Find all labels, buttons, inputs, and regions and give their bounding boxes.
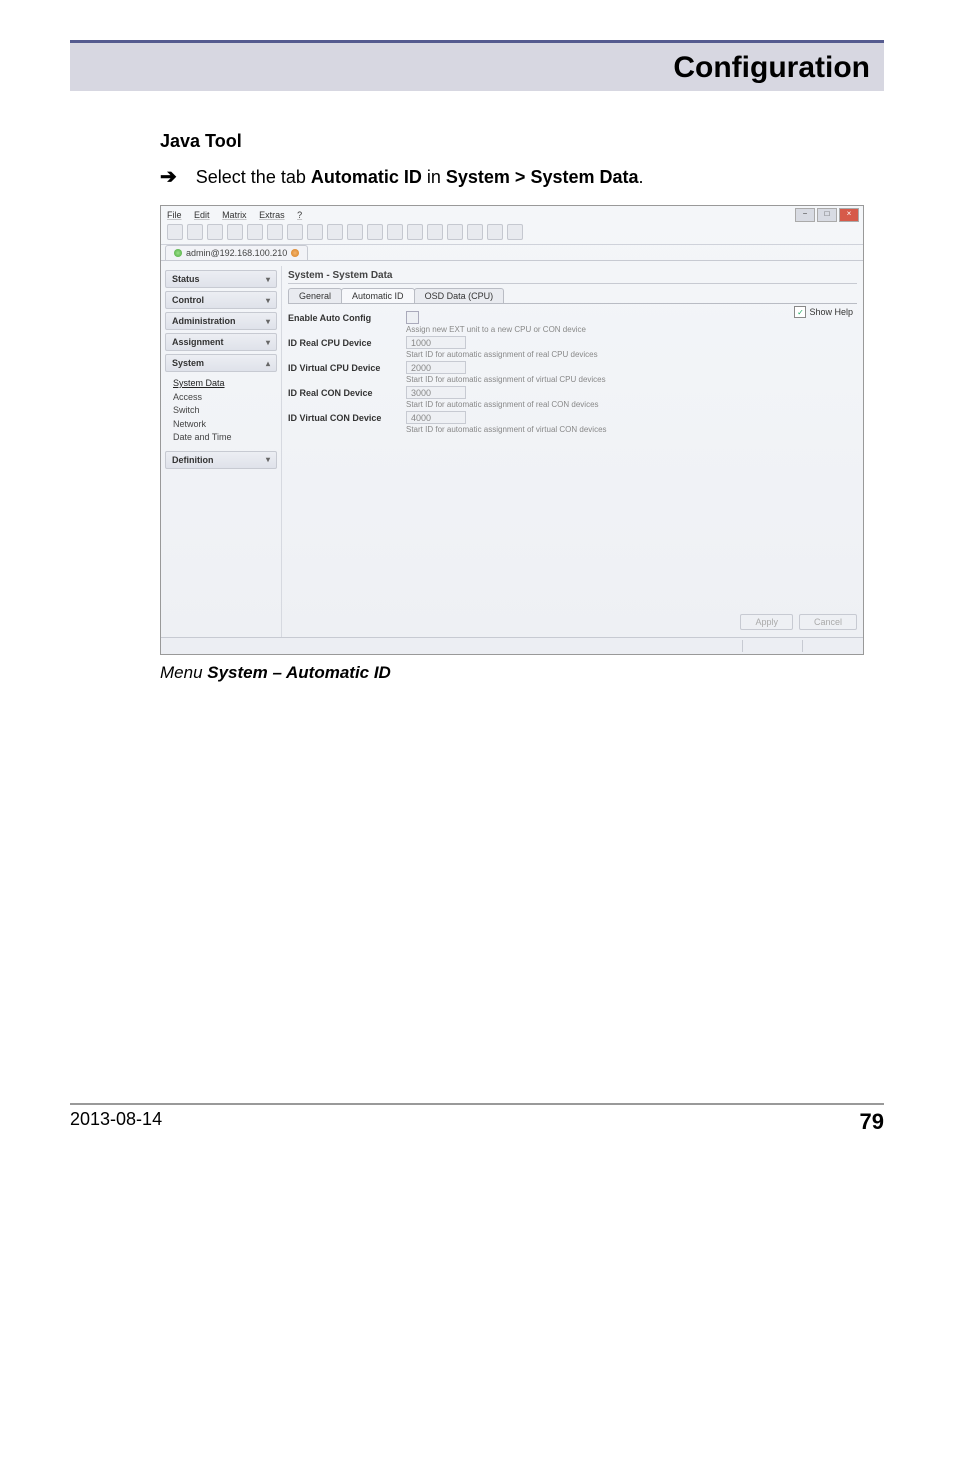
close-button[interactable]: × (839, 208, 859, 222)
page-footer: 2013-08-14 79 (70, 1103, 884, 1135)
tab-automatic-id[interactable]: Automatic ID (341, 288, 415, 303)
footer-page-number: 79 (860, 1109, 884, 1135)
sidebar-section-system[interactable]: System▴ (165, 354, 277, 372)
toolbar-button[interactable] (467, 224, 483, 240)
toolbar-button[interactable] (307, 224, 323, 240)
menu-extras[interactable]: Extras (259, 210, 285, 220)
page-header-title: Configuration (673, 51, 870, 84)
sidebar-system-items: System Data Access Switch Network Date a… (165, 375, 277, 451)
section-subhead: Java Tool (160, 131, 864, 152)
show-help-toggle[interactable]: ✓ Show Help (794, 306, 853, 318)
menu-matrix[interactable]: Matrix (222, 210, 247, 220)
checkbox-icon[interactable]: ✓ (794, 306, 806, 318)
menu-help[interactable]: ? (297, 210, 302, 220)
content-tabs: General Automatic ID OSD Data (CPU) (288, 288, 857, 303)
sidebar-item-switch[interactable]: Switch (173, 404, 275, 418)
page-header: Configuration (70, 40, 884, 91)
toolbar-button[interactable] (447, 224, 463, 240)
connection-tab[interactable]: admin@192.168.100.210 (165, 245, 308, 260)
status-separator (742, 640, 743, 652)
toolbar-button[interactable] (227, 224, 243, 240)
tab-general[interactable]: General (288, 288, 342, 303)
hint-enable-auto: Assign new EXT unit to a new CPU or CON … (406, 325, 857, 334)
toolbar-button[interactable] (327, 224, 343, 240)
toolbar-button[interactable] (407, 224, 423, 240)
toolbar-button[interactable] (427, 224, 443, 240)
window-controls: − □ × (795, 208, 859, 222)
sidebar-item-date-time[interactable]: Date and Time (173, 431, 275, 445)
label-id-virtual-cpu: ID Virtual CPU Device (288, 363, 398, 373)
sidebar-section-control[interactable]: Control▾ (165, 291, 277, 309)
input-id-virtual-con[interactable]: 4000 (406, 411, 466, 424)
hint-id-virtual-cpu: Start ID for automatic assignment of vir… (406, 375, 857, 384)
sidebar-item-access[interactable]: Access (173, 391, 275, 405)
toolbar-button[interactable] (507, 224, 523, 240)
chevron-down-icon: ▾ (266, 338, 270, 347)
status-bar (161, 637, 863, 654)
toolbar-button[interactable] (487, 224, 503, 240)
chevron-down-icon: ▾ (266, 275, 270, 284)
action-buttons: Apply Cancel (740, 614, 857, 630)
label-id-virtual-con: ID Virtual CON Device (288, 413, 398, 423)
toolbar-button[interactable] (187, 224, 203, 240)
hint-id-real-con: Start ID for automatic assignment of rea… (406, 400, 857, 409)
toolbar-button[interactable] (287, 224, 303, 240)
apply-button[interactable]: Apply (740, 614, 793, 630)
label-id-real-con: ID Real CON Device (288, 388, 398, 398)
tab-osd-data-cpu[interactable]: OSD Data (CPU) (414, 288, 505, 303)
toolbar-button[interactable] (207, 224, 223, 240)
label-enable-auto: Enable Auto Config (288, 313, 398, 323)
connection-label: admin@192.168.100.210 (186, 248, 287, 258)
hint-id-real-cpu: Start ID for automatic assignment of rea… (406, 350, 857, 359)
show-help-label: Show Help (809, 307, 853, 317)
tool-bar (161, 222, 863, 245)
maximize-button[interactable]: □ (817, 208, 837, 222)
toolbar-button[interactable] (347, 224, 363, 240)
minimize-button[interactable]: − (795, 208, 815, 222)
chevron-up-icon: ▴ (266, 359, 270, 368)
toolbar-button[interactable] (167, 224, 183, 240)
connection-tab-row: admin@192.168.100.210 (161, 245, 863, 261)
sidebar-item-network[interactable]: Network (173, 418, 275, 432)
sidebar-section-assignment[interactable]: Assignment▾ (165, 333, 277, 351)
sidebar-section-definition[interactable]: Definition▾ (165, 451, 277, 469)
tab-pane: ✓ Show Help Enable Auto Config Assign ne… (288, 303, 857, 434)
cancel-button[interactable]: Cancel (799, 614, 857, 630)
instruction-step: ➔ Select the tab Automatic ID in System … (160, 164, 864, 189)
enable-auto-checkbox[interactable] (406, 311, 419, 324)
input-id-real-con[interactable]: 3000 (406, 386, 466, 399)
sidebar-section-administration[interactable]: Administration▾ (165, 312, 277, 330)
chevron-down-icon: ▾ (266, 455, 270, 464)
content-title: System - System Data (288, 270, 857, 281)
chevron-down-icon: ▾ (266, 317, 270, 326)
app-screenshot: − □ × File Edit Matrix Extras ? (160, 205, 864, 655)
toolbar-button[interactable] (247, 224, 263, 240)
toolbar-button[interactable] (367, 224, 383, 240)
sidebar-section-status[interactable]: Status▾ (165, 270, 277, 288)
input-id-virtual-cpu[interactable]: 2000 (406, 361, 466, 374)
hint-id-virtual-con: Start ID for automatic assignment of vir… (406, 425, 857, 434)
content-pane: System - System Data General Automatic I… (281, 266, 863, 654)
input-id-real-cpu[interactable]: 1000 (406, 336, 466, 349)
chevron-down-icon: ▾ (266, 296, 270, 305)
footer-date: 2013-08-14 (70, 1109, 162, 1135)
label-id-real-cpu: ID Real CPU Device (288, 338, 398, 348)
sidebar: Status▾ Control▾ Administration▾ Assignm… (161, 266, 281, 654)
menu-bar: File Edit Matrix Extras ? (161, 206, 863, 222)
toolbar-button[interactable] (387, 224, 403, 240)
menu-file[interactable]: File (167, 210, 182, 220)
arrow-icon: ➔ (160, 166, 177, 188)
sidebar-item-system-data[interactable]: System Data (173, 377, 275, 391)
figure-caption: Menu System – Automatic ID (160, 663, 864, 683)
refresh-icon[interactable] (291, 249, 299, 257)
status-separator (802, 640, 803, 652)
menu-edit[interactable]: Edit (194, 210, 210, 220)
toolbar-button[interactable] (267, 224, 283, 240)
status-dot-icon (174, 249, 182, 257)
